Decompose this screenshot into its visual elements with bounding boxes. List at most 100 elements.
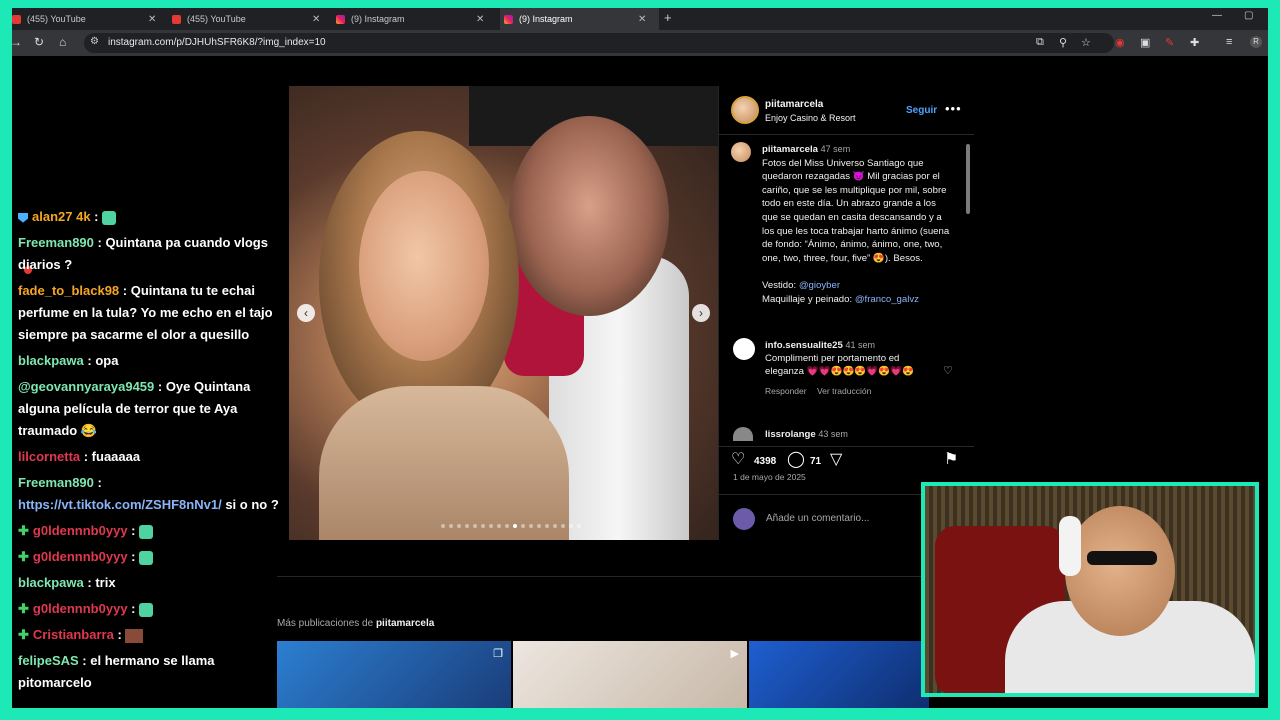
more-post-thumbnail[interactable]: ▶: [513, 641, 747, 708]
chat-text: :: [127, 523, 140, 538]
comment-time: 43 sem: [818, 429, 848, 439]
translate-link[interactable]: Ver traducción: [817, 386, 871, 396]
close-icon[interactable]: ✕: [148, 14, 156, 25]
chat-text: : trix: [83, 575, 116, 590]
comment-icon[interactable]: ◯: [787, 449, 805, 469]
chat-username[interactable]: blackpawa: [18, 353, 84, 368]
reload-icon[interactable]: ↻: [34, 35, 44, 49]
carousel-prev-button[interactable]: ‹: [297, 304, 315, 322]
tab-instagram-1[interactable]: (9) Instagram ✕: [336, 8, 496, 30]
minimize-icon[interactable]: —: [1212, 10, 1222, 21]
maquillaje-label: Maquillaje y peinado:: [762, 293, 853, 305]
url-text[interactable]: instagram.com/p/DJHUhSFR6K8/?img_index=1…: [108, 37, 326, 48]
headphones: [1059, 516, 1081, 576]
carousel-dot: [513, 524, 517, 528]
more-posts-user[interactable]: piitamarcela: [376, 618, 434, 629]
post-location[interactable]: Enjoy Casino & Resort: [765, 113, 856, 123]
extension-red-icon[interactable]: ◉: [1115, 36, 1125, 49]
carousel-dot: [449, 524, 453, 528]
likes-count[interactable]: 4398: [754, 456, 776, 467]
chat-message: alan27 4k :: [18, 206, 288, 228]
avatar[interactable]: [733, 338, 755, 360]
carousel-dot: [441, 524, 445, 528]
heart-icon[interactable]: ♡: [731, 449, 745, 469]
add-comment-input[interactable]: Añade un comentario...: [766, 513, 869, 524]
chat-username[interactable]: g0ldennnb0yyy: [33, 549, 128, 564]
chat-username[interactable]: blackpawa: [18, 575, 84, 590]
post-caption: piitamarcela 47 sem Fotos del Miss Unive…: [762, 143, 954, 306]
heart-like-icon[interactable]: ♡: [943, 364, 953, 377]
chat-username[interactable]: felipeSAS: [18, 653, 79, 668]
chat-text: :: [127, 549, 140, 564]
carousel-dot: [537, 524, 541, 528]
chat-message: ✚ g0ldennnb0yyy :: [18, 546, 288, 568]
chat-username[interactable]: Freeman890: [18, 235, 94, 250]
save-bookmark-icon[interactable]: ⚑: [944, 449, 958, 469]
chat-username[interactable]: g0ldennnb0yyy: [33, 601, 128, 616]
chat-username[interactable]: @geovannyaraya9459: [18, 379, 154, 394]
emote-icon: [139, 550, 154, 565]
address-bar[interactable]: ⚙ instagram.com/p/DJHUhSFR6K8/?img_index…: [84, 33, 1114, 53]
new-tab-button[interactable]: +: [664, 10, 672, 25]
extension-icon[interactable]: ▣: [1140, 36, 1150, 49]
comments-scrollbar[interactable]: [964, 136, 972, 436]
chat-username[interactable]: g0ldennnb0yyy: [33, 523, 128, 538]
chat-message: blackpawa : trix: [18, 572, 288, 594]
extensions-puzzle-icon[interactable]: ✚: [1190, 36, 1199, 49]
tab-instagram-2[interactable]: (9) Instagram ✕: [500, 8, 659, 30]
chat-username[interactable]: alan27 4k: [32, 209, 91, 224]
close-icon[interactable]: ✕: [638, 14, 646, 25]
chat-username[interactable]: fade_to_black98: [18, 283, 119, 298]
post-username[interactable]: piitamarcela: [765, 99, 823, 110]
comment-username[interactable]: info.sensualite25: [765, 340, 843, 351]
more-post-thumbnail[interactable]: [749, 641, 929, 708]
forward-icon[interactable]: →: [12, 35, 22, 49]
site-info-icon[interactable]: ⚙: [90, 36, 99, 47]
carousel-dot: [569, 524, 573, 528]
more-post-thumbnail[interactable]: ❐: [277, 641, 511, 708]
carousel-next-button[interactable]: ›: [692, 304, 710, 322]
mention-link[interactable]: @gioyber: [799, 280, 840, 291]
chat-username[interactable]: Freeman890: [18, 475, 94, 490]
close-icon[interactable]: ✕: [476, 14, 484, 25]
extension-pen-icon[interactable]: ✎: [1165, 36, 1174, 49]
post-side-panel: piitamarcela Enjoy Casino & Resort Segui…: [718, 86, 974, 540]
carousel-dots: [441, 524, 581, 528]
subscriber-badge-icon: ✚: [18, 627, 29, 642]
avatar[interactable]: [731, 96, 759, 124]
comment: info.sensualite25 41 sem Complimenti per…: [765, 339, 935, 398]
chat-username[interactable]: Cristianbarra: [33, 627, 114, 642]
install-app-icon[interactable]: ⧉: [1036, 36, 1044, 49]
share-icon[interactable]: ▽: [830, 449, 842, 469]
reply-link[interactable]: Responder: [765, 386, 807, 396]
maximize-icon[interactable]: ▢: [1244, 10, 1253, 21]
home-icon[interactable]: ⌂: [59, 35, 66, 49]
menu-icon[interactable]: ≡: [1226, 36, 1232, 48]
more-options-icon[interactable]: •••: [945, 101, 962, 116]
tab-title: (455) YouTube: [27, 14, 86, 24]
chat-message: ✚ g0ldennnb0yyy :: [18, 520, 288, 542]
streamer: [1005, 506, 1255, 693]
stream-chat: alan27 4k : Freeman890 : Quintana pa cua…: [18, 206, 288, 698]
scrollbar-thumb[interactable]: [966, 144, 970, 214]
tab-youtube-2[interactable]: (455) YouTube ✕: [172, 8, 327, 30]
caption-username[interactable]: piitamarcela: [762, 144, 818, 155]
avatar[interactable]: [731, 142, 751, 162]
webcam-overlay: [921, 482, 1259, 697]
tab-youtube-1[interactable]: (455) YouTube ✕: [12, 8, 167, 30]
comment-username[interactable]: lissrolange: [765, 429, 816, 440]
mention-link[interactable]: @franco_galvz: [855, 294, 919, 305]
photo-shape: [509, 116, 669, 316]
tab-title: (455) YouTube: [187, 14, 246, 24]
profile-avatar[interactable]: R: [1250, 36, 1262, 48]
follow-button[interactable]: Seguir: [906, 105, 937, 116]
browser-toolbar: → ↻ ⌂ ⚙ instagram.com/p/DJHUhSFR6K8/?img…: [12, 30, 1268, 56]
subscriber-badge-icon: ✚: [18, 523, 29, 538]
bookmark-star-icon[interactable]: ☆: [1081, 36, 1091, 49]
zoom-icon[interactable]: ⚲: [1059, 36, 1067, 49]
photo-shape: [319, 386, 569, 540]
chat-username[interactable]: lilcornetta: [18, 449, 80, 464]
chat-link[interactable]: https://vt.tiktok.com/ZSHF8nNv1/: [18, 497, 222, 512]
avatar[interactable]: [733, 427, 753, 441]
close-icon[interactable]: ✕: [312, 14, 320, 25]
